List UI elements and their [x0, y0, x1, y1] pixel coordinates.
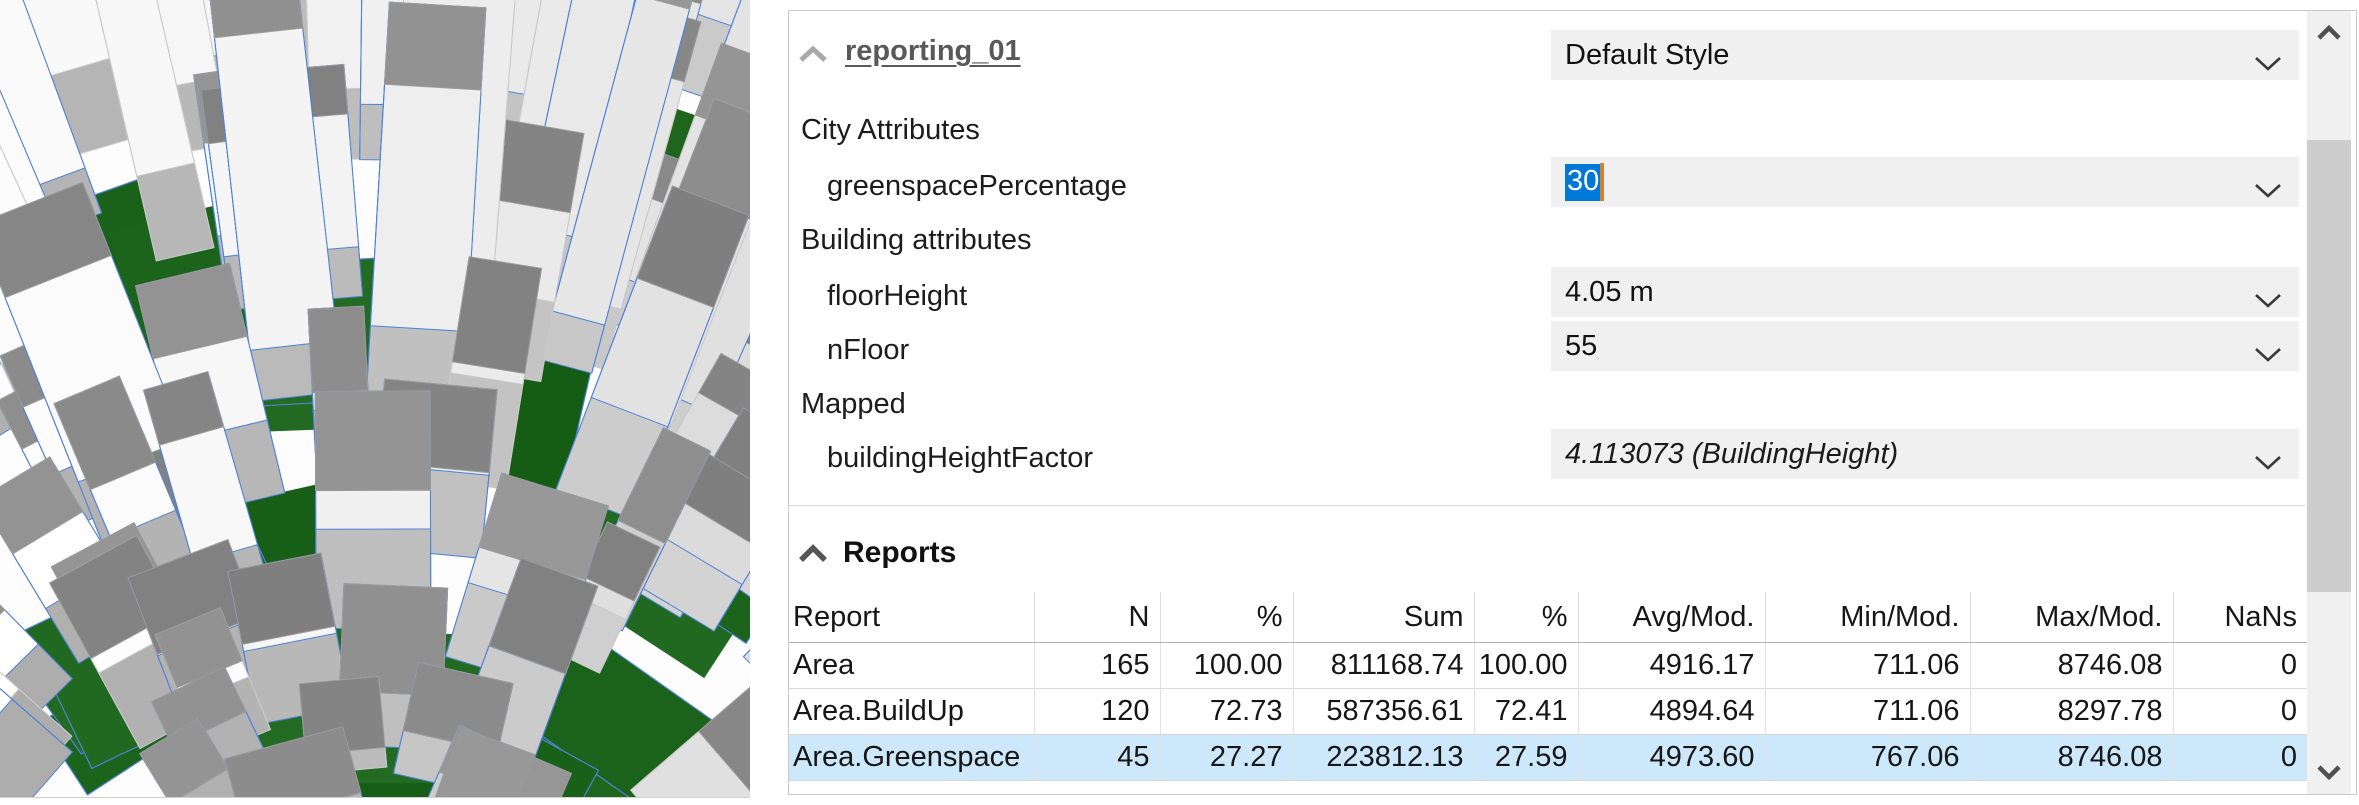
col-sum[interactable]: Sum [1293, 592, 1474, 643]
cell: 27.27 [1160, 735, 1293, 781]
col-max-mod[interactable]: Max/Mod. [1970, 592, 2173, 643]
cell: 4916.17 [1578, 643, 1765, 689]
table-row-area-greenspace-selected[interactable]: Area.Greenspace 45 27.27 223812.13 27.59… [789, 735, 2307, 781]
city-render [0, 0, 750, 797]
cell: 0 [2173, 643, 2307, 689]
cell: 4973.60 [1578, 735, 1765, 781]
col-n-percent[interactable]: % [1160, 592, 1293, 643]
section-mapped: Mapped [801, 387, 906, 421]
building-height-factor-label: buildingHeightFactor [827, 441, 1093, 475]
style-combo[interactable]: Default Style [1551, 30, 2299, 80]
chevron-down-icon [2253, 446, 2283, 479]
floor-height-value: 4.05 m [1565, 276, 1654, 309]
text-caret [1600, 163, 1604, 201]
col-sum-percent[interactable]: % [1474, 592, 1578, 643]
reports-header-row: Report N % Sum % Avg/Mod. Min/Mod. Max/M… [789, 592, 2307, 643]
cell: Area.Greenspace [789, 735, 1034, 781]
chevron-down-icon [2253, 47, 2283, 80]
cell: 8746.08 [1970, 643, 2173, 689]
scroll-up-icon[interactable] [2307, 11, 2351, 55]
vertical-scrollbar[interactable] [2307, 11, 2351, 794]
cell: 811168.74 [1293, 643, 1474, 689]
cell: 72.73 [1160, 689, 1293, 735]
col-avg-mod[interactable]: Avg/Mod. [1578, 592, 1765, 643]
table-row-area[interactable]: Area 165 100.00 811168.74 100.00 4916.17… [789, 643, 2307, 689]
chevron-down-icon [2253, 284, 2283, 317]
floor-height-combo[interactable]: 4.05 m [1551, 267, 2299, 317]
cell: 4894.64 [1578, 689, 1765, 735]
chevron-down-icon [2253, 338, 2283, 371]
rule-title-link[interactable]: reporting_01 [845, 33, 1021, 69]
cell: 100.00 [1160, 643, 1293, 689]
style-combo-value: Default Style [1565, 39, 1729, 72]
cell: Area [789, 643, 1034, 689]
col-min-mod[interactable]: Min/Mod. [1765, 592, 1970, 643]
floor-height-label: floorHeight [827, 279, 967, 313]
section-building-attributes: Building attributes [801, 223, 1032, 257]
cell: 165 [1034, 643, 1160, 689]
col-n[interactable]: N [1034, 592, 1160, 643]
inspector-panel: reporting_01 Default Style City Attribut… [788, 10, 2357, 795]
cityengine-window: reporting_01 Default Style City Attribut… [0, 0, 2359, 805]
cell: 767.06 [1765, 735, 1970, 781]
greenspace-percentage-input[interactable]: 30 [1551, 157, 2299, 207]
chevron-down-icon [2253, 174, 2283, 207]
cell: 0 [2173, 735, 2307, 781]
table-row-area-buildup[interactable]: Area.BuildUp 120 72.73 587356.61 72.41 4… [789, 689, 2307, 735]
section-divider [789, 505, 2305, 506]
scrollbar-thumb[interactable] [2307, 140, 2351, 592]
cell: 45 [1034, 735, 1160, 781]
reports-collapse-icon[interactable] [797, 543, 829, 570]
cell: 8297.78 [1970, 689, 2173, 735]
cell: 587356.61 [1293, 689, 1474, 735]
selected-input-text: 30 [1565, 164, 1600, 201]
cell: 8746.08 [1970, 735, 2173, 781]
cell: 120 [1034, 689, 1160, 735]
cell: 711.06 [1765, 643, 1970, 689]
cell: 72.41 [1474, 689, 1578, 735]
cell: 27.59 [1474, 735, 1578, 781]
section-city-attributes: City Attributes [801, 113, 980, 147]
reports-table: Report N % Sum % Avg/Mod. Min/Mod. Max/M… [789, 592, 2307, 781]
nfloor-label: nFloor [827, 333, 909, 367]
cell: 711.06 [1765, 689, 1970, 735]
greenspace-percentage-label: greenspacePercentage [827, 169, 1127, 203]
reports-section-title[interactable]: Reports [843, 535, 956, 571]
cell: Area.BuildUp [789, 689, 1034, 735]
cell: 223812.13 [1293, 735, 1474, 781]
col-nans[interactable]: NaNs [2173, 592, 2307, 643]
nfloor-combo[interactable]: 55 [1551, 321, 2299, 371]
cell: 100.00 [1474, 643, 1578, 689]
3d-viewport[interactable] [0, 0, 750, 798]
building-height-factor-combo[interactable]: 4.113073 (BuildingHeight) [1551, 429, 2299, 479]
rule-collapse-icon[interactable] [797, 44, 829, 71]
building-height-factor-value: 4.113073 (BuildingHeight) [1565, 438, 1898, 471]
col-report[interactable]: Report [789, 592, 1034, 643]
nfloor-value: 55 [1565, 330, 1597, 363]
scroll-down-icon[interactable] [2307, 750, 2351, 794]
cell: 0 [2173, 689, 2307, 735]
